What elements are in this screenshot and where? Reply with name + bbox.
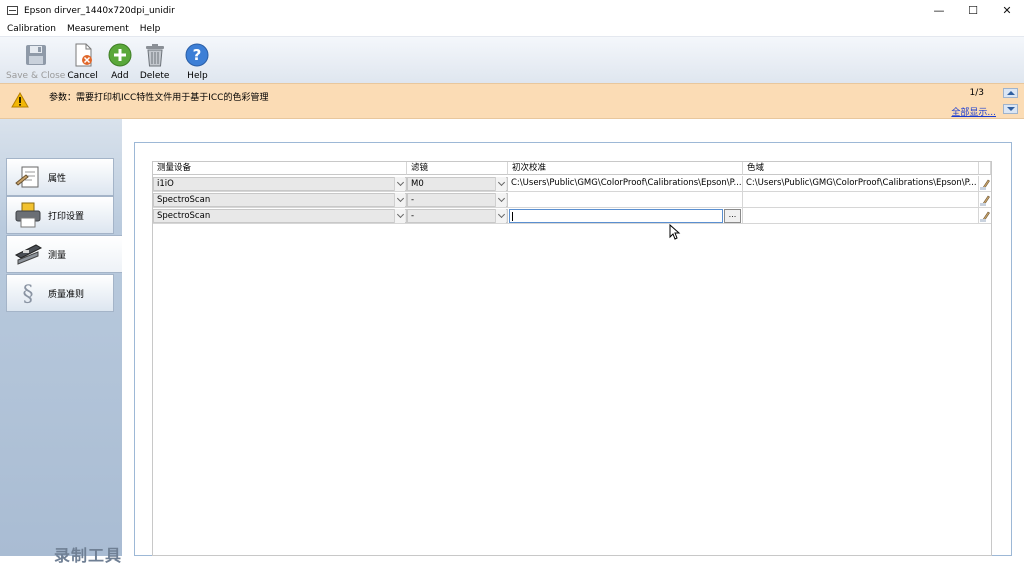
window-title: Epson dirver_1440x720dpi_unidir <box>24 5 175 16</box>
cancel-document-icon <box>71 43 95 67</box>
mouse-cursor-icon <box>669 223 681 243</box>
edit-row-icon[interactable] <box>978 177 991 191</box>
svg-text:?: ? <box>193 46 202 64</box>
info-bar: 参数：需要打印机ICC特性文件用于基于ICC的色彩管理 1/3 全部显示... <box>0 83 1024 119</box>
delete-label: Delete <box>139 71 170 81</box>
gamut-path[interactable]: C:\Users\Public\GMG\ColorProof\Calibrati… <box>743 176 979 192</box>
gamut-path[interactable] <box>743 208 979 224</box>
sidebar-item-label: 属性 <box>48 173 67 184</box>
calibration-cell: ... <box>508 208 743 224</box>
browse-button[interactable]: ... <box>724 209 741 223</box>
menu-help[interactable]: Help <box>136 24 165 34</box>
minimize-button[interactable]: — <box>922 0 956 21</box>
chevron-down-icon[interactable] <box>394 193 405 207</box>
filter-select[interactable]: - <box>407 209 508 223</box>
toolbar: Save & Close Cancel Add Delete ? Help <box>0 37 1024 83</box>
sidebar-item-quality[interactable]: § 质量准则 <box>6 274 114 312</box>
column-header-filter: 滤镜 <box>407 162 508 175</box>
close-button[interactable]: ✕ <box>990 0 1024 21</box>
info-message: 参数：需要打印机ICC特性文件用于基于ICC的色彩管理 <box>49 93 269 103</box>
show-all-link[interactable]: 全部显示... <box>951 105 996 118</box>
calibration-path[interactable]: C:\Users\Public\GMG\ColorProof\Calibrati… <box>508 176 743 192</box>
filter-select[interactable]: M0 <box>407 177 508 191</box>
calibration-path[interactable] <box>508 192 743 208</box>
table-row: i1iO M0 C:\Users\Public\GMG\ColorProof\C… <box>153 176 991 192</box>
sidebar-item-label: 测量 <box>48 250 67 261</box>
warning-icon <box>11 91 29 111</box>
edit-row-icon[interactable] <box>978 193 991 207</box>
column-header-edit <box>979 162 991 175</box>
sidebar-item-label: 质量准则 <box>48 289 85 300</box>
table-row: SpectroScan - <box>153 192 991 208</box>
measurement-grid: 测量设备 滤镜 初次校准 色域 i1iO M0 C:\Users\Public\… <box>152 161 992 556</box>
watermark-text: 录制工具 <box>54 546 123 565</box>
save-close-label: Save & Close <box>6 71 66 81</box>
text-caret <box>512 212 513 221</box>
cancel-button[interactable]: Cancel <box>67 37 98 83</box>
help-icon: ? <box>185 43 209 67</box>
sidebar-item-properties[interactable]: 属性 <box>6 158 114 196</box>
menu-measurement[interactable]: Measurement <box>63 24 133 34</box>
arrow-down-icon <box>1006 107 1015 111</box>
device-select[interactable]: i1iO <box>153 177 407 191</box>
edit-row-icon[interactable] <box>978 209 991 223</box>
info-prev-button[interactable] <box>1003 88 1018 98</box>
chevron-down-icon[interactable] <box>394 177 405 191</box>
info-next-button[interactable] <box>1003 104 1018 114</box>
chevron-down-icon[interactable] <box>495 193 506 207</box>
save-close-button[interactable]: Save & Close <box>6 37 65 83</box>
delete-button[interactable]: Delete <box>139 37 170 83</box>
filter-select[interactable]: - <box>407 193 508 207</box>
cancel-label: Cancel <box>67 71 98 81</box>
help-button[interactable]: ? Help <box>185 37 209 83</box>
svg-text:§: § <box>23 282 34 306</box>
menu-calibration[interactable]: Calibration <box>3 24 60 34</box>
calibration-path-input[interactable] <box>509 209 723 223</box>
gamut-path[interactable] <box>743 192 979 208</box>
properties-icon <box>13 163 43 191</box>
column-header-device: 测量设备 <box>153 162 407 175</box>
window-controls: — ☐ ✕ <box>922 0 1024 21</box>
column-header-gamut: 色域 <box>743 162 979 175</box>
app-icon <box>7 6 18 15</box>
chevron-down-icon[interactable] <box>495 177 506 191</box>
save-icon <box>24 43 48 67</box>
column-header-calibration: 初次校准 <box>508 162 743 175</box>
device-select[interactable]: SpectroScan <box>153 209 407 223</box>
title-bar: Epson dirver_1440x720dpi_unidir — ☐ ✕ <box>0 0 1024 21</box>
measure-icon <box>13 240 43 268</box>
table-row: SpectroScan - ... <box>153 208 991 224</box>
maximize-button[interactable]: ☐ <box>956 0 990 21</box>
sidebar-item-measure[interactable]: 测量 <box>6 235 122 273</box>
chevron-down-icon[interactable] <box>394 209 405 223</box>
printer-icon <box>13 201 43 229</box>
quality-icon: § <box>13 279 43 307</box>
sidebar-item-label: 打印设置 <box>48 211 85 222</box>
chevron-down-icon[interactable] <box>495 209 506 223</box>
add-button[interactable]: Add <box>108 37 132 83</box>
add-label: Add <box>111 71 129 81</box>
help-label: Help <box>187 71 208 81</box>
add-icon <box>108 43 132 67</box>
info-page-counter: 1/3 <box>969 88 984 98</box>
menu-bar: Calibration Measurement Help <box>0 21 1024 37</box>
sidebar-item-print-settings[interactable]: 打印设置 <box>6 196 114 234</box>
device-select[interactable]: SpectroScan <box>153 193 407 207</box>
trash-icon <box>143 43 167 67</box>
arrow-up-icon <box>1006 91 1015 95</box>
